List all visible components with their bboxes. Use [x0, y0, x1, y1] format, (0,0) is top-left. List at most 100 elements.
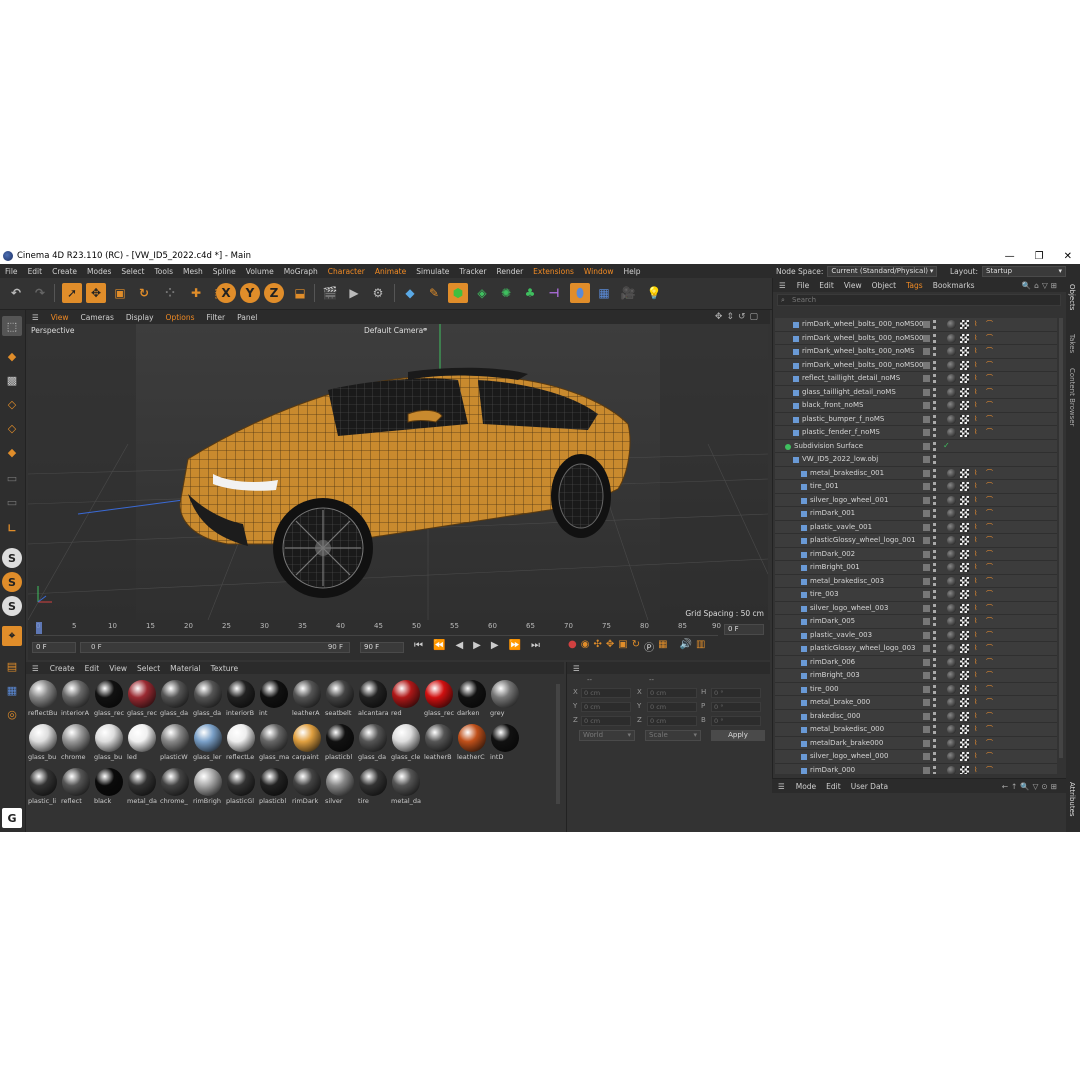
redo-icon[interactable]: ↷: [30, 283, 50, 303]
camera-icon[interactable]: 🎥: [618, 283, 638, 303]
layer-checkbox[interactable]: [923, 618, 930, 625]
menu-file[interactable]: File: [0, 267, 23, 276]
uvw-tag-icon[interactable]: ⌒: [986, 402, 995, 409]
material-swatch[interactable]: led: [127, 722, 157, 764]
viewport-nav-icons[interactable]: ✥⇕↺▢: [715, 312, 762, 322]
search-input[interactable]: ⌕ Search: [777, 294, 1061, 306]
material-swatch[interactable]: plasticW: [160, 722, 190, 764]
material-menu-material[interactable]: Material: [165, 664, 205, 673]
texture-tag-icon[interactable]: [960, 522, 969, 532]
render-view-icon[interactable]: 🎬: [320, 283, 340, 303]
layer-checkbox[interactable]: [923, 658, 930, 666]
texture-tag-icon[interactable]: [960, 725, 969, 734]
visibility-dots[interactable]: [933, 549, 936, 559]
material-tag-icon[interactable]: [947, 590, 956, 599]
uvw-tag-icon[interactable]: ⌇: [974, 645, 983, 652]
material-tag-icon[interactable]: [947, 711, 956, 721]
attribute-menu-user-data[interactable]: User Data: [846, 782, 893, 791]
texture-tag-icon[interactable]: [960, 536, 969, 545]
object-row[interactable]: black_front_noMS ⌇ ⌒: [775, 399, 1057, 413]
material-swatch[interactable]: plasticGl: [226, 766, 256, 808]
tab-takes[interactable]: Takes: [1068, 334, 1076, 353]
visibility-dots[interactable]: [933, 644, 936, 653]
render-settings-icon[interactable]: ⚙: [368, 283, 388, 303]
deformer-icon[interactable]: ⊣: [544, 283, 564, 303]
visibility-dots[interactable]: [933, 576, 936, 586]
cube-icon[interactable]: ◆: [400, 283, 420, 303]
add-tool-icon[interactable]: ✚: [186, 283, 206, 303]
material-scrollbar[interactable]: [556, 684, 560, 804]
visibility-dots[interactable]: [933, 630, 936, 640]
object-menu-file[interactable]: File: [792, 281, 815, 290]
material-swatch[interactable]: glass_da: [193, 678, 223, 720]
object-scrollbar[interactable]: [1059, 318, 1063, 758]
object-menu-bookmarks[interactable]: Bookmarks: [928, 281, 980, 290]
position-field[interactable]: 0 cm: [581, 688, 631, 698]
layer-checkbox[interactable]: [923, 739, 930, 747]
uvw-tag-icon[interactable]: ⌒: [986, 712, 995, 720]
layer-checkbox[interactable]: [923, 712, 930, 720]
material-swatch[interactable]: reflectBu: [28, 678, 58, 720]
texture-tag-icon[interactable]: [960, 495, 969, 505]
uvw-tag-icon[interactable]: ⌒: [986, 388, 995, 396]
edges-mode-icon[interactable]: ◇: [2, 418, 22, 438]
object-row[interactable]: glass_taillight_detail_noMS ⌇ ⌒: [775, 385, 1057, 399]
layer-checkbox[interactable]: [923, 375, 930, 382]
menu-render[interactable]: Render: [491, 267, 528, 276]
uvw-tag-icon[interactable]: ⌇: [974, 753, 983, 760]
visibility-dots[interactable]: [933, 657, 936, 667]
field-icon[interactable]: ⬮: [570, 283, 590, 303]
texture-tag-icon[interactable]: [960, 414, 969, 424]
object-row[interactable]: rimDark_006 ⌇ ⌒: [775, 655, 1057, 669]
uvw-tag-icon[interactable]: ⌒: [986, 577, 995, 585]
solo-icon[interactable]: S: [2, 548, 22, 568]
undo-icon[interactable]: ↶: [6, 283, 26, 303]
texture-tag-icon[interactable]: [960, 617, 969, 626]
points-mode-icon[interactable]: ◇: [2, 394, 22, 414]
floor-icon[interactable]: ▦: [594, 283, 614, 303]
uvw-tag-icon[interactable]: ⌒: [986, 564, 995, 571]
uvw-tag-icon[interactable]: ⌇: [974, 348, 983, 355]
menu-create[interactable]: Create: [47, 267, 82, 276]
visibility-dots[interactable]: [933, 509, 936, 518]
solo-off-icon[interactable]: S: [2, 596, 22, 616]
uvw-tag-icon[interactable]: ⌇: [974, 577, 983, 585]
uvw-tag-icon[interactable]: ⌒: [986, 348, 995, 355]
layer-checkbox[interactable]: [923, 591, 930, 598]
object-row[interactable]: metalDark_brake000 ⌇ ⌒: [775, 736, 1057, 750]
material-swatch[interactable]: red: [391, 678, 421, 720]
material-tag-icon[interactable]: [947, 522, 956, 532]
material-tag-icon[interactable]: [947, 468, 956, 478]
object-row[interactable]: rimDark_wheel_bolts_000_noMS003 ⌇ ⌒: [775, 331, 1057, 345]
layer-checkbox[interactable]: [923, 429, 930, 436]
material-tag-icon[interactable]: [947, 509, 956, 518]
menu-modes[interactable]: Modes: [82, 267, 116, 276]
layer-checkbox[interactable]: [923, 361, 930, 369]
texture-tag-icon[interactable]: [960, 603, 969, 613]
visibility-dots[interactable]: [933, 320, 936, 329]
layer-checkbox[interactable]: [923, 523, 930, 531]
key-rotation-icon[interactable]: ↻: [632, 639, 640, 654]
visibility-dots[interactable]: [933, 482, 936, 491]
visibility-dots[interactable]: [933, 333, 936, 343]
coordinate-system-icon[interactable]: ⬓: [290, 283, 310, 303]
uvw-tag-icon[interactable]: ⌒: [986, 658, 995, 666]
object-row[interactable]: plastic_fender_f_noMS ⌇ ⌒: [775, 426, 1057, 440]
uvw-tag-icon[interactable]: ⌇: [974, 685, 983, 693]
uvw-tag-icon[interactable]: ⌒: [986, 699, 995, 706]
material-swatch[interactable]: metal_da: [127, 766, 157, 808]
material-swatch[interactable]: reflect: [61, 766, 91, 808]
texture-tag-icon[interactable]: [960, 765, 969, 774]
material-tag-icon[interactable]: [947, 401, 956, 410]
uvw-tag-icon[interactable]: ⌒: [986, 672, 995, 679]
menu-help[interactable]: Help: [618, 267, 645, 276]
material-tag-icon[interactable]: [947, 387, 956, 397]
material-tag-icon[interactable]: [947, 536, 956, 545]
layer-checkbox[interactable]: [923, 469, 930, 477]
uvw-tag-icon[interactable]: ⌇: [974, 766, 983, 774]
current-frame-field[interactable]: 0 F: [724, 624, 764, 635]
layer-checkbox[interactable]: [923, 672, 930, 679]
menu-window[interactable]: Window: [579, 267, 619, 276]
key-position-icon[interactable]: ✥: [606, 639, 614, 654]
object-row[interactable]: plasticGlossy_wheel_logo_001 ⌇ ⌒: [775, 534, 1057, 548]
